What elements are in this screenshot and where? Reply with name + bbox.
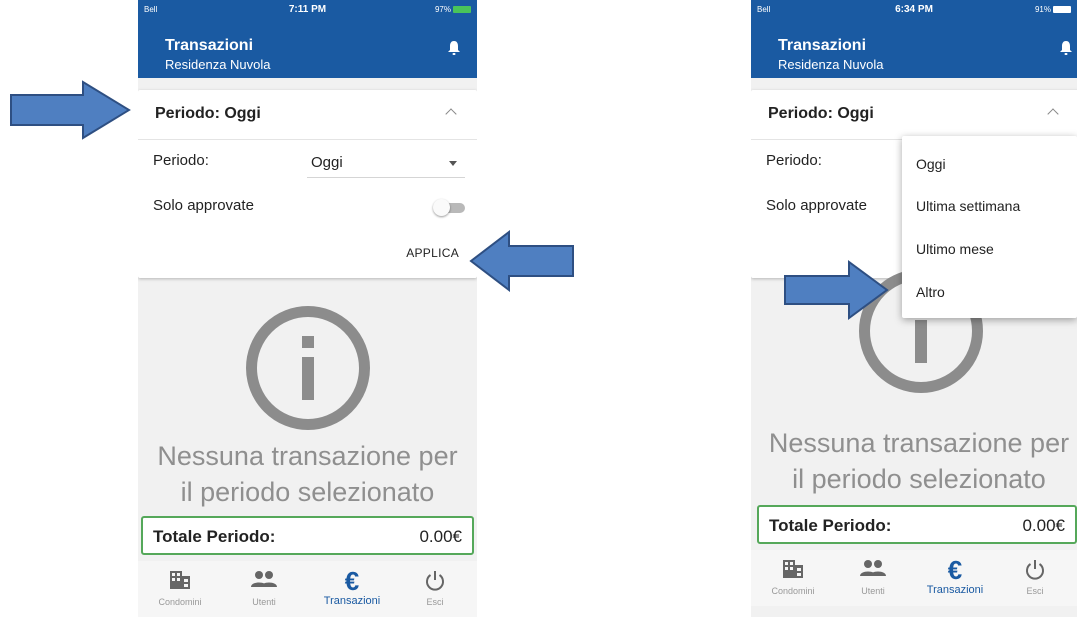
bottom-tab-bar: Condomini Utenti € Transazioni Esci (751, 550, 1077, 606)
chevron-up-icon[interactable] (1047, 108, 1059, 120)
period-card-title: Periodo: Oggi (768, 105, 874, 122)
status-bar: Bell 7:11 PM 97% (138, 0, 477, 22)
bottom-tab-bar: Condomini Utenti € Transazioni Esci (138, 561, 477, 617)
page-title: Transazioni (778, 37, 867, 54)
battery-indicator: 91% (1035, 5, 1071, 14)
tab-utenti[interactable]: Utenti (222, 561, 306, 617)
empty-message-line1: Nessuna transazione per (768, 428, 1070, 458)
tab-utenti[interactable]: Utenti (831, 550, 915, 606)
approved-label: Solo approvate (153, 197, 254, 214)
period-select-value: Oggi (311, 154, 343, 171)
status-time: 7:11 PM (288, 4, 327, 15)
power-icon (426, 571, 444, 591)
tab-label: Transazioni (926, 584, 984, 596)
battery-indicator: 97% (435, 5, 471, 14)
total-label: Totale Periodo: (153, 527, 276, 546)
battery-label: 91% (1034, 5, 1051, 14)
euro-icon: € (344, 566, 360, 596)
total-value: 0.00€ (419, 527, 462, 546)
tab-transazioni[interactable]: € Transazioni (310, 561, 394, 617)
period-filter-card: Periodo: Oggi Periodo: Oggi Solo approva… (138, 90, 477, 278)
period-label: Periodo: (766, 152, 822, 169)
arrow-icon (10, 80, 131, 140)
period-card-header[interactable]: Periodo: Oggi (138, 90, 477, 140)
info-bar (302, 357, 314, 400)
approved-label: Solo approvate (766, 197, 867, 214)
toggle-knob (433, 199, 450, 216)
tab-label: Transazioni (323, 595, 381, 607)
building-icon (170, 571, 190, 589)
total-label: Totale Periodo: (769, 516, 892, 535)
tab-condomini[interactable]: Condomini (751, 550, 835, 606)
tab-label: Condomini (158, 597, 202, 607)
battery-icon (453, 6, 471, 14)
period-row: Periodo: Oggi (138, 140, 477, 185)
app-header: Transazioni Residenza Nuvola (138, 22, 477, 78)
period-select[interactable]: Oggi (307, 146, 465, 178)
info-dot (302, 336, 314, 348)
empty-message-line1: Nessuna transazione per (157, 441, 458, 471)
dropdown-option-ultimo-mese[interactable]: Ultimo mese (916, 241, 994, 257)
status-time: 6:34 PM (895, 4, 933, 15)
total-period-box: Totale Periodo: 0.00€ (757, 505, 1077, 544)
tab-label: Esci (1026, 586, 1044, 596)
chevron-up-icon[interactable] (445, 108, 457, 120)
euro-icon: € (947, 555, 963, 585)
building-icon (783, 560, 803, 578)
tab-label: Utenti (861, 586, 885, 596)
empty-message-line2: il periodo selezionato (180, 477, 435, 507)
battery-label: 97% (434, 5, 451, 14)
dropdown-option-oggi[interactable]: Oggi (916, 156, 946, 172)
approved-toggle[interactable] (433, 199, 465, 216)
carrier-label: Bell (144, 5, 158, 14)
bell-icon[interactable] (447, 40, 461, 56)
app-header: Transazioni Residenza Nuvola (751, 22, 1077, 78)
arrow-icon (784, 260, 889, 320)
tab-label: Condomini (771, 586, 815, 596)
dropdown-option-altro[interactable]: Altro (916, 284, 945, 300)
users-icon (251, 571, 277, 587)
tab-transazioni[interactable]: € Transazioni (913, 550, 997, 606)
period-dropdown-menu: Oggi Ultima settimana Ultimo mese Altro (902, 136, 1077, 318)
tab-label: Esci (426, 597, 444, 607)
period-card-header[interactable]: Periodo: Oggi (751, 90, 1077, 140)
apply-button[interactable]: APPLICA (406, 246, 459, 260)
dropdown-option-ultima-settimana[interactable]: Ultima settimana (916, 198, 1020, 214)
tutorial-page: Bell 7:11 PM 97% Transazioni Residenza N… (0, 0, 1077, 617)
period-card-title: Periodo: Oggi (155, 105, 261, 122)
tab-esci[interactable]: Esci (993, 550, 1077, 606)
page-subtitle: Residenza Nuvola (165, 57, 271, 72)
page-title: Transazioni (165, 37, 254, 54)
status-bar: Bell 6:34 PM 91% (751, 0, 1077, 22)
arrow-icon (469, 230, 574, 292)
battery-icon (1053, 6, 1071, 14)
approved-row: Solo approvate (138, 185, 477, 230)
bell-icon[interactable] (1059, 40, 1073, 56)
tab-label: Utenti (252, 597, 276, 607)
info-bar (915, 320, 927, 363)
empty-state-message: Nessuna transazione per il periodo selez… (138, 438, 477, 510)
total-value: 0.00€ (1022, 516, 1065, 535)
left-phone-screen: Bell 7:11 PM 97% Transazioni Residenza N… (138, 0, 477, 617)
empty-message-line2: il periodo selezionato (792, 464, 1046, 494)
total-period-box: Totale Periodo: 0.00€ (141, 516, 474, 555)
apply-row: APPLICA (138, 230, 477, 278)
page-subtitle: Residenza Nuvola (778, 57, 884, 72)
carrier-label: Bell (757, 5, 771, 14)
info-icon (246, 306, 370, 430)
empty-state-message: Nessuna transazione per il periodo selez… (751, 425, 1077, 497)
period-label: Periodo: (153, 152, 209, 169)
tab-condomini[interactable]: Condomini (138, 561, 222, 617)
power-icon (1026, 560, 1044, 580)
caret-down-icon (449, 161, 457, 166)
tab-esci[interactable]: Esci (393, 561, 477, 617)
users-icon (860, 560, 886, 576)
